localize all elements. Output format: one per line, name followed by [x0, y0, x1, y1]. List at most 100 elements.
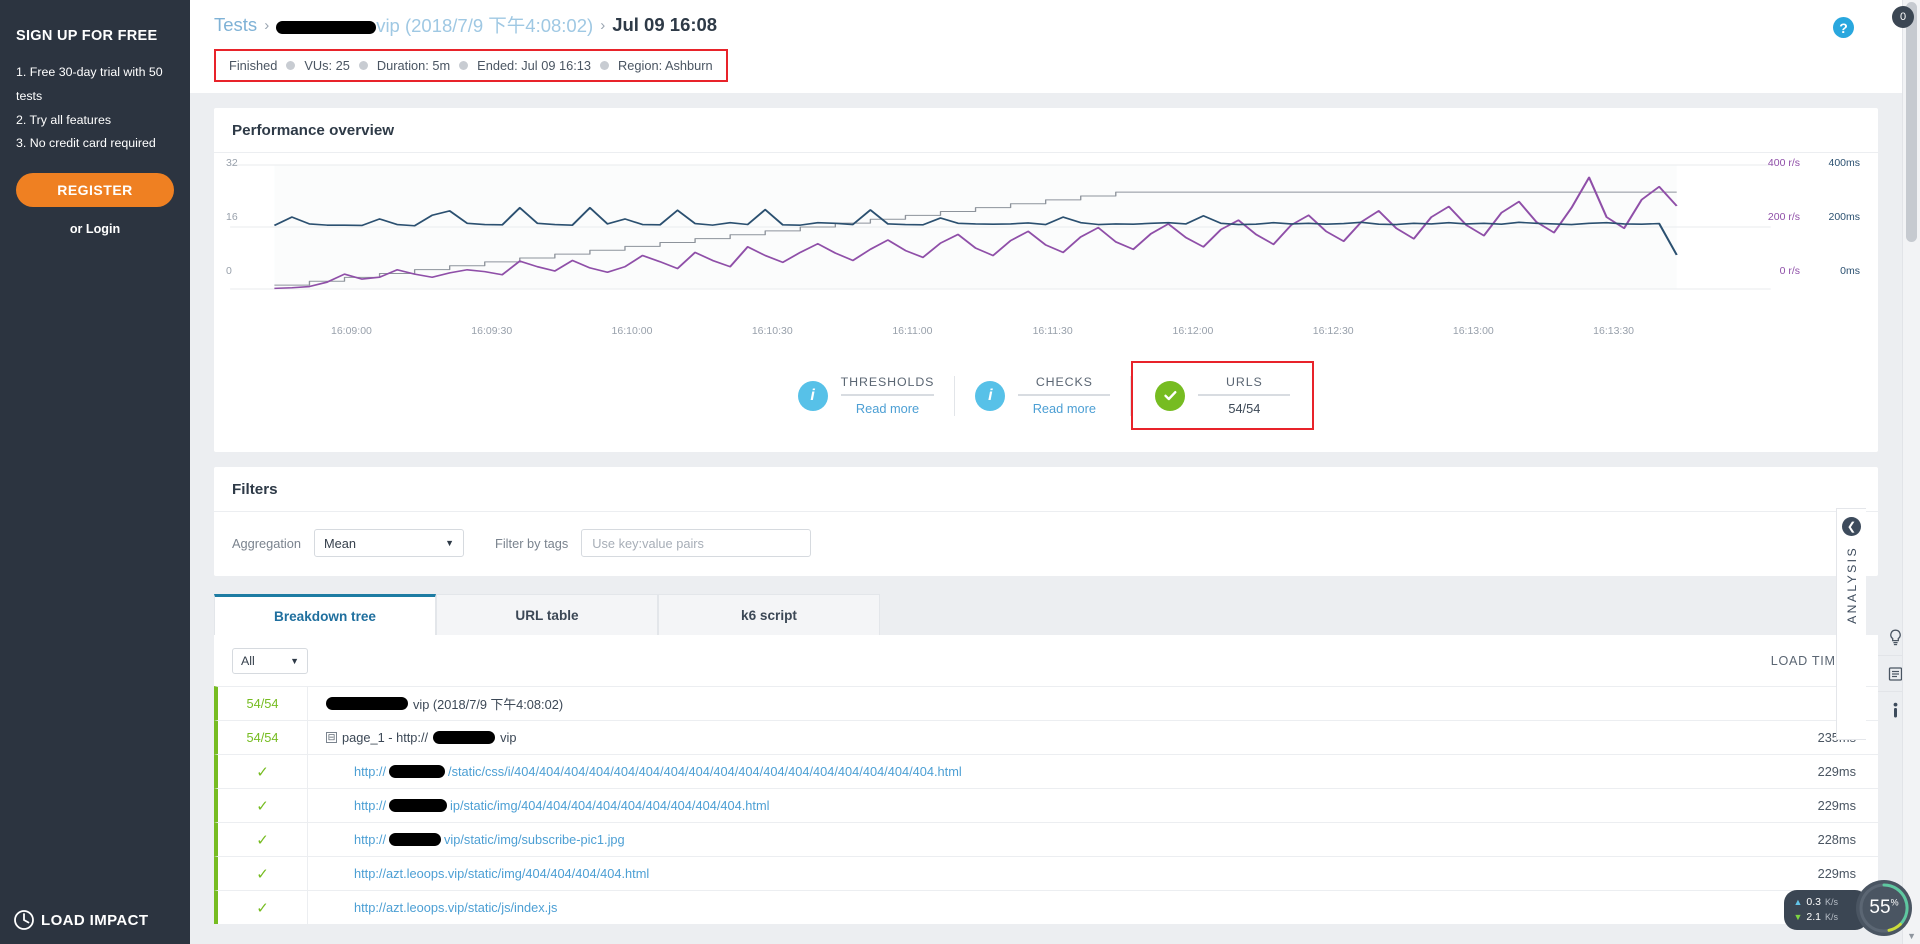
- table-row[interactable]: ✓ http:// /static/css/i/404/404/404/404/…: [214, 754, 1878, 788]
- notification-counter-badge[interactable]: 0: [1892, 6, 1914, 28]
- check-icon: ✓: [256, 763, 269, 781]
- tab-url-table[interactable]: URL table: [436, 594, 658, 635]
- summary-item-checks[interactable]: i CHECKS Read more: [955, 366, 1130, 425]
- table-row[interactable]: ✓ http:// vip/static/img/subscribe-pic1.…: [214, 822, 1878, 856]
- row-load-time: 229ms: [1817, 866, 1856, 881]
- chevron-down-icon: ▼: [290, 656, 299, 666]
- y-tick-left-32: 32: [226, 157, 238, 169]
- row-status-check: ✓: [218, 789, 308, 822]
- y-tick-ms-0: 0ms: [1840, 265, 1860, 277]
- summary-value[interactable]: Read more: [841, 396, 935, 416]
- summary-label: THRESHOLDS: [840, 375, 935, 396]
- scrollbar-thumb[interactable]: [1906, 2, 1917, 242]
- download-speed-unit: K/s: [1824, 911, 1838, 922]
- cpu-gauge-widget[interactable]: 55%: [1856, 880, 1912, 936]
- check-icon: ✓: [256, 899, 269, 917]
- row-load-time: 229ms: [1817, 798, 1856, 813]
- table-filter-value: All: [241, 654, 255, 668]
- row-label: vip (2018/7/9 下午4:08:02): [308, 694, 1758, 713]
- row-status-check: ✓: [218, 823, 308, 856]
- row-status-check: ✓: [218, 891, 308, 924]
- row-label-text[interactable]: /static/css/i/404/404/404/404/404/404/40…: [448, 764, 962, 779]
- tab-breakdown-tree[interactable]: Breakdown tree: [214, 594, 436, 635]
- y-tick-ms-200: 200ms: [1828, 211, 1860, 223]
- register-button[interactable]: REGISTER: [16, 173, 174, 208]
- collapse-icon[interactable]: ⊟: [326, 732, 337, 743]
- redaction-bar: [389, 833, 442, 846]
- breadcrumb-test-link[interactable]: vip (2018/7/9 下午4:08:02): [276, 12, 593, 38]
- meta-dot-icon: [286, 61, 296, 70]
- topbar-spacer: [214, 82, 1878, 93]
- y-tick-rs-400: 400 r/s: [1767, 157, 1800, 169]
- table-row[interactable]: ✓ http://azt.leoops.vip/static/img/404/4…: [214, 856, 1878, 890]
- load-impact-brand-text: LOAD IMPACT: [41, 911, 149, 929]
- analysis-panel-toggle[interactable]: ❮ ANALYSIS: [1836, 508, 1866, 740]
- row-load-time: 228ms: [1817, 832, 1856, 847]
- breadcrumb: Tests › vip (2018/7/9 下午4:08:02) › Jul 0…: [214, 12, 1878, 38]
- row-label-text[interactable]: http://azt.leoops.vip/static/img/404/404…: [354, 866, 649, 881]
- gauge-number: 55: [1869, 897, 1891, 918]
- test-meta-row: Finished VUs: 25 Duration: 5m Ended: Jul…: [214, 49, 728, 82]
- row-label: ⊟ page_1 - http:// vip: [308, 730, 1758, 745]
- x-tick-label: 16:12:30: [1312, 325, 1354, 337]
- breadcrumb-current: Jul 09 16:08: [612, 14, 718, 35]
- summary-item-urls[interactable]: URLS 54/54: [1131, 361, 1315, 430]
- row-label-text[interactable]: ip/static/img/404/404/404/404/404/404/40…: [450, 798, 769, 813]
- tags-input[interactable]: [581, 529, 812, 557]
- login-link[interactable]: or Login: [16, 222, 174, 236]
- aggregation-label: Aggregation: [232, 535, 302, 551]
- table-toolbar: All ▼ LOAD TIME ⇅: [214, 635, 1878, 686]
- row-label-prefix[interactable]: http://: [354, 832, 386, 847]
- table-row[interactable]: ✓ http:// ip/static/img/404/404/404/404/…: [214, 788, 1878, 822]
- arrow-up-icon: ▲: [1793, 896, 1803, 907]
- table-row[interactable]: 54/54 vip (2018/7/9 下午4:08:02): [214, 686, 1878, 720]
- check-circle-icon: [1155, 380, 1186, 411]
- arrow-down-icon: ▼: [1793, 911, 1803, 922]
- table-row[interactable]: 54/54 ⊟ page_1 - http:// vip 235ms: [214, 720, 1878, 754]
- load-impact-logo-icon: [14, 910, 34, 930]
- meta-status: Finished: [229, 58, 278, 73]
- row-label-text[interactable]: http://azt.leoops.vip/static/js/index.js: [354, 900, 557, 915]
- aggregation-select[interactable]: Mean ▼: [314, 529, 465, 557]
- y-tick-left-16: 16: [226, 211, 238, 223]
- breadcrumb-tests-link[interactable]: Tests: [214, 14, 257, 36]
- row-label-prefix[interactable]: http://: [354, 764, 386, 779]
- meta-dot-icon: [358, 61, 368, 70]
- performance-chart[interactable]: 32 16 0 400 r/s 200 r/s 0 r/s 400ms 200m…: [214, 153, 1878, 323]
- summary-label: CHECKS: [1018, 375, 1111, 396]
- filters-title: Filters: [214, 467, 1878, 512]
- chevron-left-icon[interactable]: ❮: [1842, 517, 1861, 536]
- check-icon: ✓: [256, 865, 269, 883]
- loadtime-header-label: LOAD TIME: [1770, 654, 1845, 668]
- summary-value[interactable]: Read more: [1018, 396, 1110, 416]
- breadcrumb-separator: ›: [600, 16, 606, 34]
- redaction-bar: [389, 799, 448, 812]
- signup-title: SIGN UP FOR FREE: [16, 28, 158, 44]
- tab-k6-script[interactable]: k6 script: [658, 594, 880, 635]
- table-row[interactable]: ✓ http://azt.leoops.vip/static/js/index.…: [214, 890, 1878, 924]
- row-label-prefix[interactable]: http://: [354, 798, 386, 813]
- row-status-count: 54/54: [218, 721, 308, 754]
- filters-row: Aggregation Mean ▼ Filter by tags: [214, 512, 1878, 576]
- x-tick-label: 16:13:00: [1452, 325, 1494, 337]
- upload-speed-unit: K/s: [1824, 896, 1838, 907]
- filters-card: Filters Aggregation Mean ▼ Filter by tag…: [214, 467, 1878, 576]
- check-icon: ✓: [256, 797, 269, 815]
- upload-speed-row: ▲ 0.3 K/s: [1793, 895, 1838, 910]
- page-root: SIGN UP FOR FREE 1. Free 30-day trial wi…: [0, 0, 1920, 944]
- meta-dot-icon: [459, 61, 469, 70]
- row-status-check: ✓: [218, 857, 308, 890]
- row-label-text: vip (2018/7/9 下午4:08:02): [413, 697, 564, 712]
- vertical-scrollbar[interactable]: ▲ ▼: [1902, 0, 1920, 944]
- breadcrumb-separator: ›: [264, 16, 270, 34]
- summary-item-thresholds[interactable]: i THRESHOLDS Read more: [778, 366, 955, 425]
- load-impact-logo: LOAD IMPACT: [14, 910, 148, 930]
- table-filter-select[interactable]: All ▼: [232, 648, 308, 674]
- row-label: http://azt.leoops.vip/static/img/404/404…: [308, 866, 1758, 881]
- redaction-bar: [389, 765, 446, 778]
- analysis-panel-label: ANALYSIS: [1844, 546, 1859, 624]
- row-label-text[interactable]: vip/static/img/subscribe-pic1.jpg: [444, 832, 625, 847]
- redaction-bar: [326, 697, 408, 710]
- row-label: http:// /static/css/i/404/404/404/404/40…: [308, 764, 1758, 779]
- help-icon[interactable]: ?: [1833, 17, 1854, 38]
